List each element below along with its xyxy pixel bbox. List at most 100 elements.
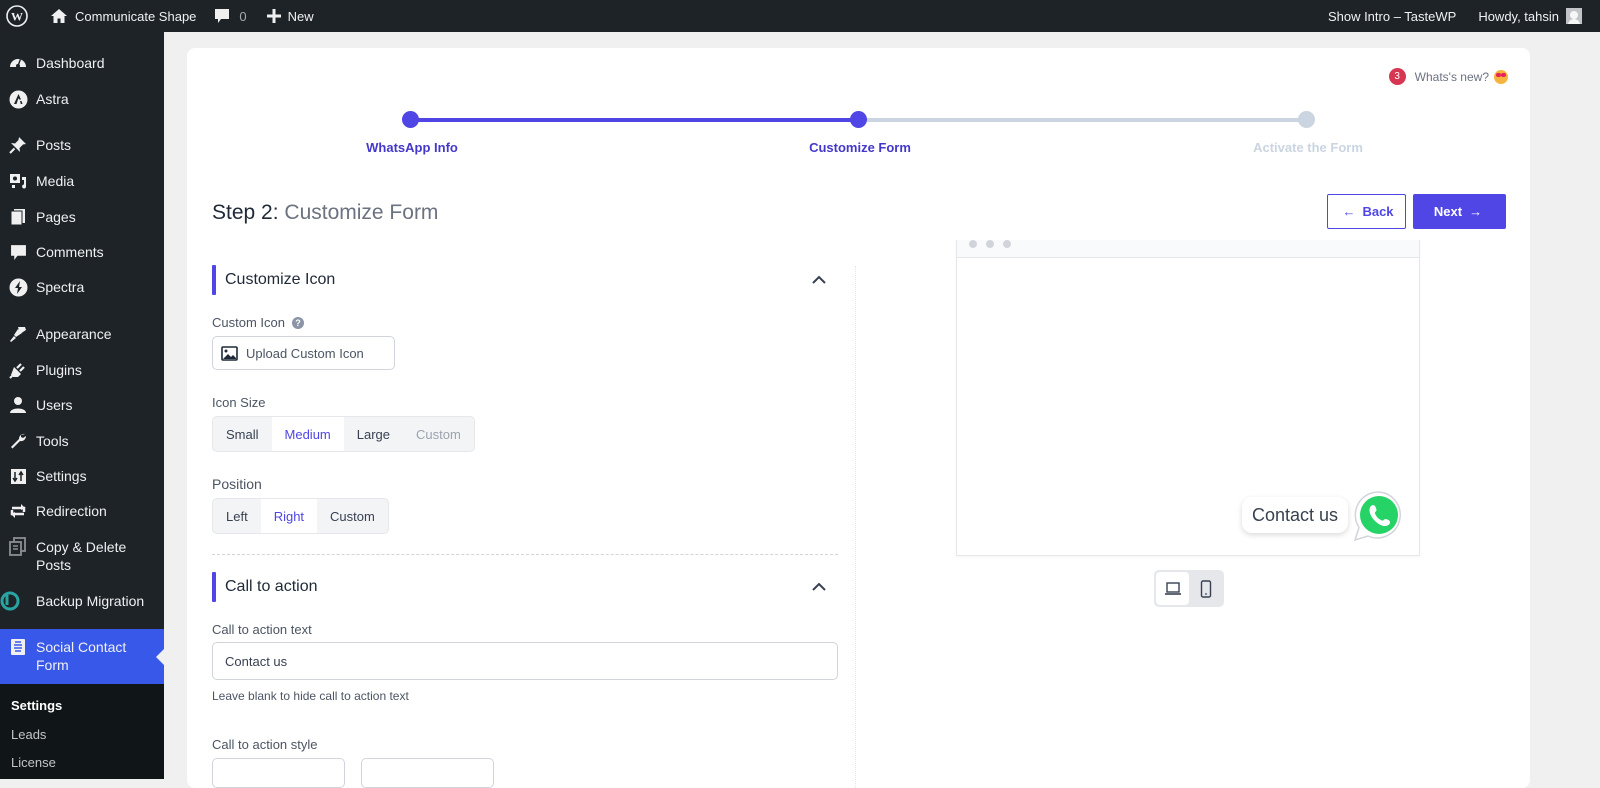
sidebar-item-tools[interactable]: Tools [0, 431, 164, 451]
cta-style-option-1[interactable] [212, 758, 345, 788]
upload-custom-icon-button[interactable]: Upload Custom Icon [212, 336, 395, 370]
step-label-whatsapp-info[interactable]: WhatsApp Info [366, 140, 458, 155]
preview-window: Contact us [956, 240, 1420, 556]
submenu-item-settings[interactable]: Settings [11, 698, 62, 713]
admin-sidebar: Dashboard Astra Posts Media Pages Commen… [0, 32, 164, 779]
position-right[interactable]: Right [260, 499, 318, 533]
icon-size-large[interactable]: Large [344, 417, 403, 451]
sidebar-item-label: Tools [36, 433, 69, 449]
step-prefix: Step 2: [212, 201, 279, 224]
step-dot-customize-form[interactable] [850, 111, 867, 128]
position-label: Position [212, 476, 262, 492]
wordpress-logo-button[interactable]: W [0, 0, 36, 32]
new-label: New [287, 8, 314, 24]
dashboard-icon [0, 53, 36, 73]
submenu-item-license[interactable]: License [11, 755, 56, 770]
sidebar-item-users[interactable]: Users [0, 395, 164, 415]
howdy-text: Howdy, tahsin [1478, 8, 1559, 24]
window-dot [986, 240, 994, 248]
sidebar-item-label: Plugins [36, 362, 82, 378]
admin-bar: W Communicate Shape 0 New Show Intro – T… [0, 0, 1600, 32]
sidebar-item-label: Pages [36, 209, 76, 225]
cta-style-option-2[interactable] [361, 758, 494, 788]
page-title: Step 2: Customize Form [212, 201, 438, 225]
sidebar-item-label: Spectra [36, 279, 85, 295]
whats-new-link[interactable]: 3 Whats's new? [1388, 68, 1508, 85]
cta-text-label: Call to action text [212, 622, 312, 637]
step-dot-activate-form[interactable] [1298, 111, 1315, 128]
sidebar-item-posts[interactable]: Posts [0, 135, 164, 155]
position-custom[interactable]: Custom [317, 499, 388, 533]
sidebar-item-pages[interactable]: Pages [0, 207, 164, 227]
sidebar-item-settings[interactable]: Settings [0, 466, 164, 486]
comments-link[interactable]: 0 [204, 0, 254, 32]
sidebar-item-astra[interactable]: Astra [0, 89, 164, 109]
sliders-icon [0, 466, 36, 486]
chevron-up-icon[interactable] [812, 271, 826, 289]
sidebar-item-label: Users [36, 397, 73, 413]
device-toggle [1154, 570, 1224, 607]
backup-icon [0, 591, 36, 611]
sidebar-item-copy-delete-posts[interactable]: Copy & Delete Posts [0, 537, 164, 574]
column-divider [855, 266, 856, 788]
next-button[interactable]: Next → [1413, 194, 1506, 229]
sidebar-item-label: Dashboard [36, 55, 105, 71]
back-button[interactable]: ← Back [1327, 194, 1406, 229]
step-dot-whatsapp-info[interactable] [402, 111, 419, 128]
mobile-view-button[interactable] [1189, 572, 1222, 605]
icon-size-medium[interactable]: Medium [271, 417, 344, 451]
step-label-customize-form[interactable]: Customize Form [809, 140, 911, 155]
help-icon[interactable]: ? [291, 317, 304, 329]
wordpress-icon: W [6, 5, 28, 27]
customize-icon-section-header[interactable]: Customize Icon [212, 265, 838, 295]
sidebar-item-label: Appearance [36, 326, 112, 342]
custom-icon-label: Custom Icon? [212, 315, 304, 330]
sidebar-item-appearance[interactable]: Appearance [0, 324, 164, 344]
image-icon [221, 345, 238, 361]
next-label: Next [1433, 204, 1463, 219]
astra-icon [0, 89, 36, 109]
chevron-up-icon[interactable] [812, 578, 826, 596]
sidebar-item-label: Backup Migration [36, 593, 145, 609]
new-content-link[interactable]: New [255, 0, 322, 32]
sidebar-item-redirection[interactable]: Redirection [0, 501, 164, 521]
position-left[interactable]: Left [213, 499, 261, 533]
upload-label: Upload Custom Icon [246, 345, 364, 361]
redirect-icon [0, 501, 36, 521]
pin-icon [0, 135, 36, 155]
sidebar-item-dashboard[interactable]: Dashboard [0, 53, 164, 73]
stepper-progress-done [410, 118, 858, 122]
comment-icon [214, 8, 230, 24]
heart-eyes-emoji-icon [1494, 69, 1508, 84]
copy-delete-icon [0, 537, 36, 557]
show-intro-text: Show Intro – TasteWP [1327, 8, 1457, 24]
stepper-progress-pending [858, 118, 1306, 122]
sidebar-item-social-contact-form[interactable]: Social Contact Form [0, 629, 164, 684]
submenu-item-leads[interactable]: Leads [11, 727, 46, 742]
notification-badge: 3 [1388, 68, 1406, 85]
sidebar-item-backup-migration[interactable]: Backup Migration [0, 591, 164, 611]
show-intro-link[interactable]: Show Intro – TasteWP [1320, 0, 1470, 32]
icon-size-label: Icon Size [212, 395, 266, 410]
section-title: Call to action [225, 578, 318, 595]
site-name-link[interactable]: Communicate Shape [36, 0, 204, 32]
icon-size-custom[interactable]: Custom [403, 417, 474, 451]
call-to-action-section-header[interactable]: Call to action [212, 572, 838, 602]
site-name: Communicate Shape [75, 8, 197, 24]
sidebar-item-label: Social Contact Form [36, 639, 127, 673]
icon-size-small[interactable]: Small [213, 417, 272, 451]
sidebar-item-media[interactable]: Media [0, 171, 164, 191]
desktop-view-button[interactable] [1156, 572, 1189, 605]
media-icon [0, 171, 36, 191]
section-accent-bar [212, 572, 216, 602]
settings-card: 3 Whats's new? WhatsApp Info Customize F… [187, 48, 1530, 788]
sidebar-item-spectra[interactable]: Spectra [0, 277, 164, 297]
step-label-activate-form[interactable]: Activate the Form [1253, 140, 1363, 155]
account-menu[interactable]: Howdy, tahsin [1470, 0, 1600, 32]
sidebar-item-comments[interactable]: Comments [0, 242, 164, 262]
cta-text-input[interactable] [212, 642, 838, 680]
spectra-icon [0, 277, 36, 297]
cta-text-hint: Leave blank to hide call to action text [212, 689, 409, 703]
sidebar-item-plugins[interactable]: Plugins [0, 360, 164, 380]
arrow-right-icon: → [1469, 204, 1483, 219]
